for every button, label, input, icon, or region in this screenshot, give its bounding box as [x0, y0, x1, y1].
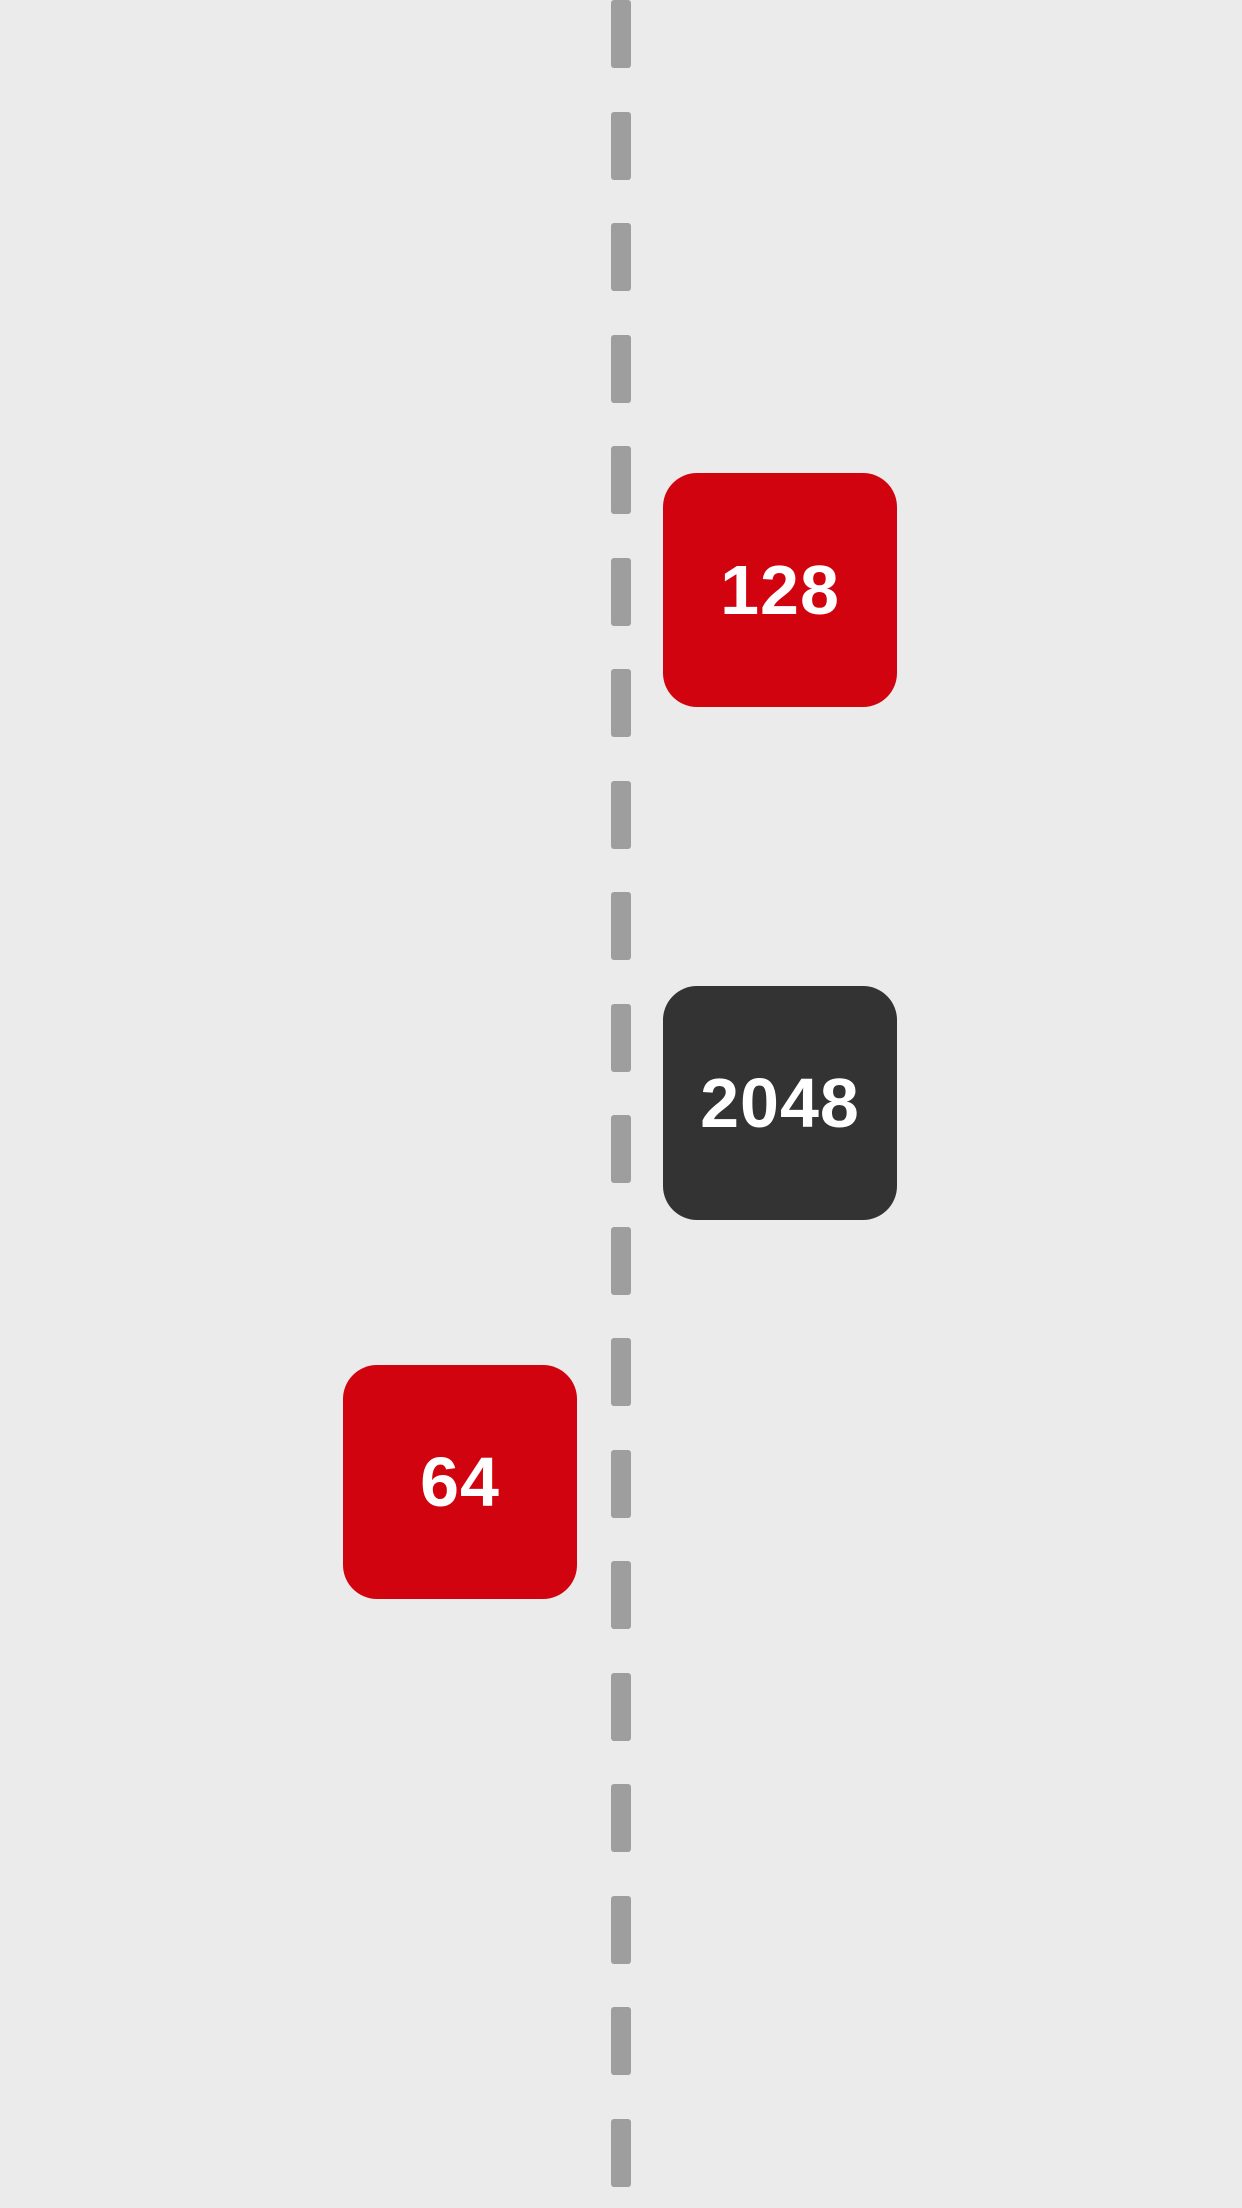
- lane-dash: [611, 1338, 631, 1406]
- lane-dash: [611, 0, 631, 68]
- lane-dash: [611, 1561, 631, 1629]
- lane-dash: [611, 112, 631, 180]
- lane-divider: [611, 0, 631, 2208]
- lane-dash: [611, 2119, 631, 2187]
- lane-dash: [611, 1896, 631, 1964]
- lane-dash: [611, 781, 631, 849]
- lane-dash: [611, 892, 631, 960]
- tile-64[interactable]: 64: [343, 1365, 577, 1599]
- lane-dash: [611, 223, 631, 291]
- tile-value: 64: [420, 1443, 500, 1521]
- lane-dash: [611, 1004, 631, 1072]
- tile-value: 2048: [700, 1064, 860, 1142]
- tile-value: 128: [720, 551, 840, 629]
- lane-dash: [611, 1115, 631, 1183]
- tile-128[interactable]: 128: [663, 473, 897, 707]
- tile-2048[interactable]: 2048: [663, 986, 897, 1220]
- lane-dash: [611, 1450, 631, 1518]
- lane-dash: [611, 1784, 631, 1852]
- lane-dash: [611, 335, 631, 403]
- lane-dash: [611, 446, 631, 514]
- lane-dash: [611, 1673, 631, 1741]
- lane-dash: [611, 1227, 631, 1295]
- lane-dash: [611, 669, 631, 737]
- lane-dash: [611, 558, 631, 626]
- lane-dash: [611, 2007, 631, 2075]
